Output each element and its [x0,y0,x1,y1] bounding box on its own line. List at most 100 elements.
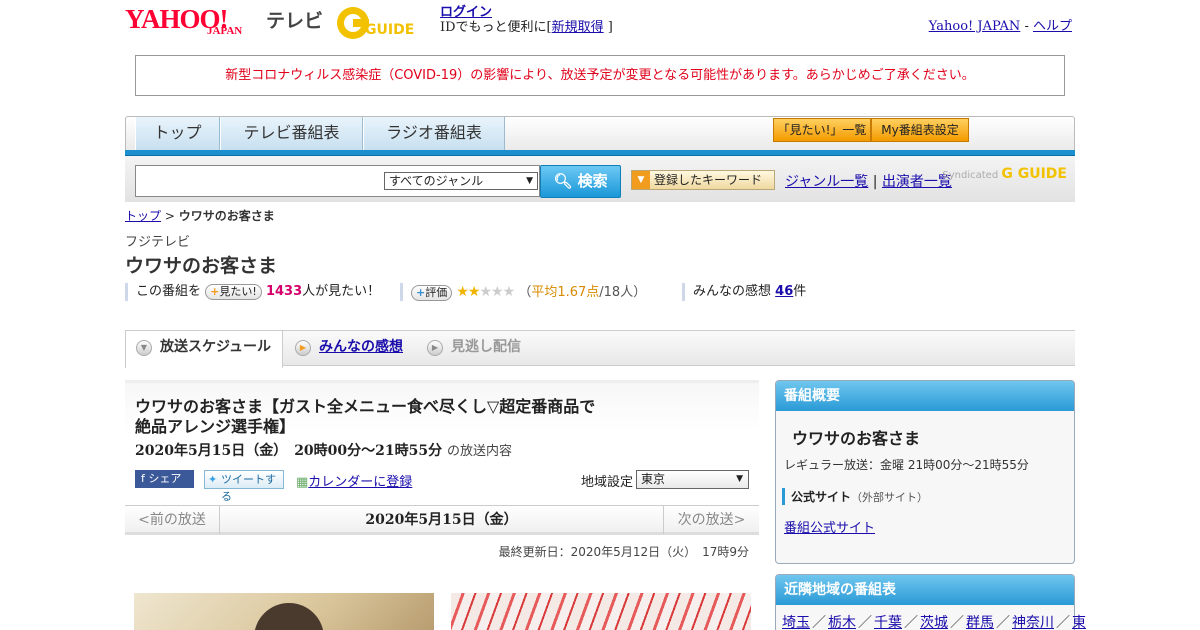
search-button[interactable]: 🔍︎ 検索 [540,165,621,198]
play-icon: ▶ [295,340,311,356]
episode-box: ウワサのお客さま【ガスト全メニュー食べ尽くし▽超定番商品で絶品アレンジ選手権】 … [125,380,759,505]
tweet-button-label: ツイートする [221,473,276,503]
genre-select-value: すべてのジャンル [389,174,484,188]
content-tabs: ▼ 放送スケジュール ▶ みんなの感想 ▶ 見逃し配信 [125,330,1075,368]
rate-button[interactable]: +評価 [411,284,453,301]
my-schedule-button[interactable]: My番組表設定 [871,118,969,142]
tab-impressions[interactable]: ▶ みんなの感想 [285,331,413,366]
region-link[interactable]: 千葉 [874,615,902,630]
yahoo-logo[interactable]: YAHOO! JAPAN [125,6,242,37]
rating-avg-open: （ [518,285,532,300]
official-site-heading: 公式サイト（外部サイト） [782,488,928,505]
facebook-share-button[interactable]: f シェア [135,470,194,488]
region-link[interactable]: 茨城 [920,615,948,630]
program-overview-panel: 番組概要 ウワサのお客さま レギュラー放送：金曜 21時00分～21時55分 公… [775,380,1075,564]
region-select-value: 東京 [641,472,666,486]
tweet-button[interactable]: ✦ ツイートする [204,470,284,503]
nearby-heading: 近隣地域の番組表 [776,575,1074,605]
tab-schedule[interactable]: ▼ 放送スケジュール [125,331,283,368]
episode-pager: <前の放送 2020年5月15日（金） 次の放送> [125,505,759,535]
page-title: ウワサのお客さま [125,255,278,277]
official-site-label: 公式サイト [791,490,852,504]
official-site-link[interactable]: 番組公式サイト [784,517,875,536]
star-icon: ★ [491,284,504,300]
rate-button-label: 評価 [425,285,448,299]
chevron-down-icon: ▼ [136,340,152,356]
want-prefix: この番組を [136,284,202,299]
login-sub-end: ] [607,20,613,35]
login-sub-text: IDでもっと便利に[ [440,20,552,35]
nav-tab-top[interactable]: トップ [135,117,220,151]
overview-title: ウワサのお客さま [792,429,921,448]
registered-keyword-button[interactable]: ▼ 登録したキーワード [631,170,775,190]
current-broadcast-date: 2020年5月15日（金） [365,512,518,528]
tab-missed[interactable]: ▶ 見逃し配信 [417,331,537,366]
next-broadcast-button[interactable]: 次の放送> [663,506,759,534]
region-link[interactable]: 神奈川 [1012,615,1054,630]
facebook-icon: f [141,472,145,485]
calendar-link[interactable]: ▦カレンダーに登録 [296,471,412,490]
genre-list-link[interactable]: ジャンル一覧 [785,174,868,190]
episode-photo [451,593,751,630]
site-header: YAHOO! JAPAN テレビ GUIDE ログイン IDでもっと便利に[新規… [125,0,1075,50]
want-list-button[interactable]: 「見たい!」一覧 [773,118,871,142]
star-icon: ★ [467,284,481,300]
impressions-suffix: 件 [793,284,807,299]
want-button[interactable]: +見たい! [205,283,262,300]
breadcrumb-current: ウワサのお客さま [178,209,275,223]
gguide-logo[interactable]: GUIDE [335,5,431,41]
region-select[interactable]: 東京 ▼ [636,470,749,489]
nav-tab-tv-schedule[interactable]: テレビ番組表 [220,117,363,151]
tab-impressions-label: みんなの感想 [319,339,403,355]
yahoo-japan-text: JAPAN [207,25,243,37]
chevron-down-icon: ▼ [526,176,533,186]
rating-stat: +評価 ★★★★★ （平均1.67点/18人） [400,283,646,301]
region-link[interactable]: 東 [1072,615,1086,630]
nearby-region-links: 埼玉／栃木／千葉／茨城／群馬／神奈川／東 [782,615,1086,630]
login-block: ログイン IDでもっと便利に[新規取得 ] [440,5,613,35]
impressions-label: みんなの感想 [693,284,772,299]
prev-broadcast-button[interactable]: <前の放送 [125,506,220,534]
impressions-count-link[interactable]: 46 [775,284,793,299]
nearby-regions-panel: 近隣地域の番組表 埼玉／栃木／千葉／茨城／群馬／神奈川／東 [775,574,1086,630]
help-link[interactable]: ヘルプ [1033,19,1072,34]
region-label: 地域設定 [581,475,634,490]
tv-logo-text[interactable]: テレビ [266,6,323,33]
region-link[interactable]: 栃木 [828,615,856,630]
last-updated: 最終更新日：2020年5月12日（火） 17時9分 [498,545,749,559]
episode-photo [134,593,434,630]
plus-icon: + [210,284,220,298]
yahoo-japan-link[interactable]: Yahoo! JAPAN [929,19,1021,34]
search-links-sep: | [872,174,878,190]
episode-date-suffix: の放送内容 [447,444,513,459]
overview-heading: 番組概要 [776,381,1074,411]
genre-select[interactable]: すべてのジャンル ▼ [384,172,538,190]
tab-missed-label: 見逃し配信 [451,339,521,355]
rating-stars: ★★★★★ [456,284,515,300]
svg-text:GUIDE: GUIDE [365,22,414,38]
region-link[interactable]: 埼玉 [782,615,810,630]
want-count: 1433 [265,284,303,299]
breadcrumb-top-link[interactable]: トップ [125,209,161,223]
syndicated-logo-text: G GUIDE [1001,166,1067,182]
facebook-share-label: シェア [148,472,182,485]
episode-date: 2020年5月15日（金） 20時00分～21時55分 の放送内容 [135,440,512,460]
global-nav: トップ テレビ番組表 ラジオ番組表 「見たい!」一覧 My番組表設定 [125,116,1075,156]
episode-title: ウワサのお客さま【ガスト全メニュー食べ尽くし▽超定番商品で絶品アレンジ選手権】 [135,397,596,436]
overview-regular-broadcast: レギュラー放送：金曜 21時00分～21時55分 [784,458,1029,472]
search-button-label: 検索 [577,172,608,190]
rating-average: 平均1.67点 [531,285,600,300]
calendar-link-label: カレンダーに登録 [308,475,413,490]
breadcrumb: トップ > ウワサのお客さま [125,207,275,224]
login-link[interactable]: ログイン [440,5,492,20]
region-link[interactable]: 群馬 [966,615,994,630]
want-suffix: 人が見たい！ [302,284,381,299]
search-bar: すべてのジャンル ▼ 🔍︎ 検索 ▼ 登録したキーワード ジャンル一覧 | 出演… [125,156,1075,202]
signup-link[interactable]: 新規取得 [552,20,604,35]
breadcrumb-sep: > [164,209,175,223]
header-links: Yahoo! JAPAN - ヘルプ [929,15,1072,34]
play-icon: ▶ [427,340,443,356]
want-stat: この番組を +見たい! 1433人が見たい！ [125,283,380,301]
station-name: フジテレビ [125,235,191,250]
nav-tab-radio-schedule[interactable]: ラジオ番組表 [363,117,505,151]
